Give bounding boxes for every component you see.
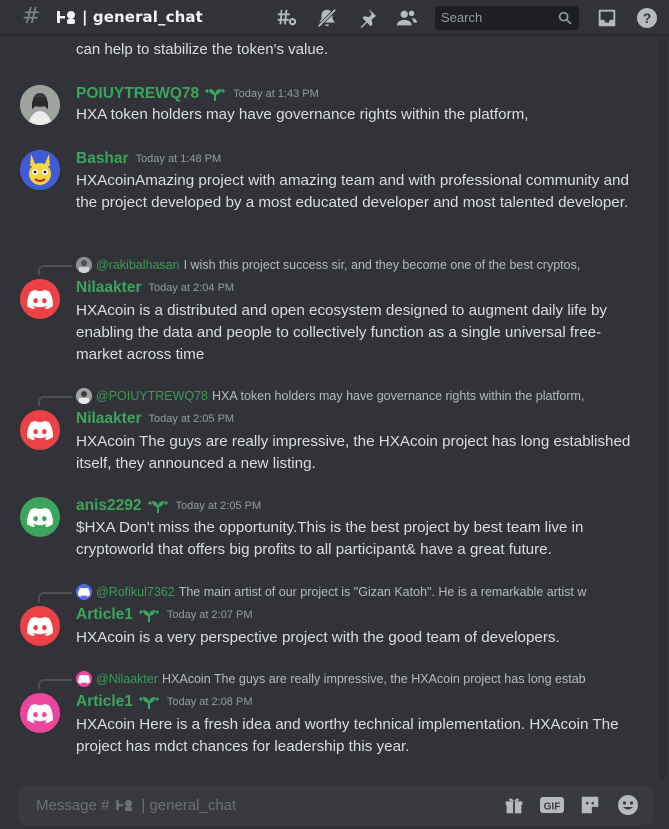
- username[interactable]: POIUYTREWQ78: [76, 85, 199, 103]
- reply-text: I wish this project success sir, and the…: [183, 258, 581, 272]
- sprout-badge-icon: [204, 86, 226, 102]
- avatar[interactable]: [20, 693, 60, 733]
- reply-avatar: [76, 671, 92, 687]
- message-text-continued: can help to stabilize the token's value.: [76, 41, 329, 58]
- svg-text:?: ?: [643, 10, 652, 26]
- mute-notifications-icon[interactable]: [315, 6, 339, 30]
- sticker-icon[interactable]: [571, 785, 609, 825]
- reply-avatar: [76, 388, 92, 404]
- username[interactable]: Bashar: [76, 150, 129, 168]
- reply-spine: [38, 592, 72, 602]
- reply-text: HXA token holders may have governance ri…: [212, 389, 585, 403]
- reply-username[interactable]: @POIUYTREWQ78: [96, 389, 208, 403]
- reply-preview[interactable]: @Nilaakter HXAcoin The guys are really i…: [76, 671, 613, 687]
- reply-preview[interactable]: @POIUYTREWQ78 HXA token holders may have…: [76, 388, 613, 404]
- reply-username[interactable]: @Nilaakter: [96, 672, 158, 686]
- reply-preview[interactable]: @rakibalhasan I wish this project succes…: [76, 257, 613, 273]
- reply-username[interactable]: @Rofikul7362: [96, 585, 175, 599]
- reply-avatar: [76, 584, 92, 600]
- message-text: HXAcoin The guys are really impressive, …: [76, 433, 631, 472]
- svg-text:GIF: GIF: [544, 802, 561, 813]
- message-text: HXAcoin is a very perspective project wi…: [76, 629, 560, 646]
- timestamp[interactable]: Today at 1:48 PM: [136, 153, 222, 165]
- message-placeholder[interactable]: Message # | general_chat: [36, 797, 236, 814]
- threads-icon[interactable]: [275, 6, 299, 30]
- gift-icon[interactable]: [495, 785, 533, 825]
- avatar[interactable]: [20, 150, 60, 190]
- reply-spine: [38, 396, 72, 406]
- channel-header: # | general_chat Search ?: [0, 0, 669, 35]
- placeholder-channel: | general_chat: [141, 796, 237, 814]
- gif-icon[interactable]: GIF: [533, 785, 571, 825]
- search-placeholder: Search: [441, 10, 483, 25]
- reply-avatar: [76, 257, 92, 273]
- timestamp[interactable]: Today at 2:05 PM: [176, 500, 262, 512]
- username[interactable]: Article1: [76, 606, 133, 624]
- search-input[interactable]: Search: [435, 5, 579, 30]
- timestamp[interactable]: Today at 2:05 PM: [148, 413, 234, 425]
- avatar[interactable]: [20, 85, 60, 125]
- timestamp[interactable]: Today at 2:08 PM: [167, 696, 253, 708]
- reply-preview[interactable]: @Rofikul7362 The main artist of our proj…: [76, 584, 613, 600]
- timestamp[interactable]: Today at 2:07 PM: [167, 609, 253, 621]
- sprout-badge-icon: [147, 498, 169, 514]
- message-text: HXAcoinAmazing project with amazing team…: [76, 172, 629, 211]
- help-icon[interactable]: ?: [635, 6, 659, 30]
- sprout-badge-icon: [138, 607, 160, 623]
- reply-text: The main artist of our project is "Gizan…: [178, 585, 587, 599]
- message-text: HXAcoin is a distributed and open ecosys…: [76, 302, 608, 363]
- reply-spine: [38, 679, 72, 689]
- message-text: HXA token holders may have governance ri…: [76, 106, 529, 123]
- username[interactable]: Article1: [76, 693, 133, 711]
- channel-hash-icon: #: [22, 4, 41, 29]
- timestamp[interactable]: Today at 2:04 PM: [148, 282, 234, 294]
- sprout-badge-icon: [138, 694, 160, 710]
- avatar[interactable]: [20, 606, 60, 646]
- username[interactable]: Nilaakter: [76, 410, 141, 428]
- reply-text: HXAcoin The guys are really impressive, …: [162, 672, 586, 686]
- avatar[interactable]: [20, 410, 60, 450]
- channel-emoji-icon: [115, 798, 135, 812]
- reply-username[interactable]: @rakibalhasan: [96, 258, 180, 272]
- search-icon: [558, 11, 572, 25]
- avatar[interactable]: [20, 279, 60, 319]
- scrollbar[interactable]: [659, 39, 667, 779]
- inbox-icon[interactable]: [595, 6, 619, 30]
- message-composer[interactable]: Message # | general_chat GIF: [18, 785, 653, 825]
- timestamp[interactable]: Today at 1:43 PM: [233, 88, 319, 100]
- message-text: HXAcoin Here is a fresh idea and worthy …: [76, 716, 619, 755]
- avatar[interactable]: [20, 497, 60, 537]
- emoji-icon[interactable]: [609, 785, 647, 825]
- member-list-icon[interactable]: [395, 6, 419, 30]
- channel-emoji-icon: [56, 9, 78, 25]
- username[interactable]: Nilaakter: [76, 279, 141, 297]
- pin-icon[interactable]: [355, 6, 379, 30]
- username[interactable]: anis2292: [76, 497, 142, 515]
- message-list[interactable]: can help to stabilize the token's value.…: [0, 35, 669, 781]
- channel-name: | general_chat: [82, 8, 203, 26]
- message-text: $HXA Don't miss the opportunity.This is …: [76, 519, 584, 558]
- placeholder-prefix: Message #: [36, 796, 110, 814]
- reply-spine: [38, 265, 72, 275]
